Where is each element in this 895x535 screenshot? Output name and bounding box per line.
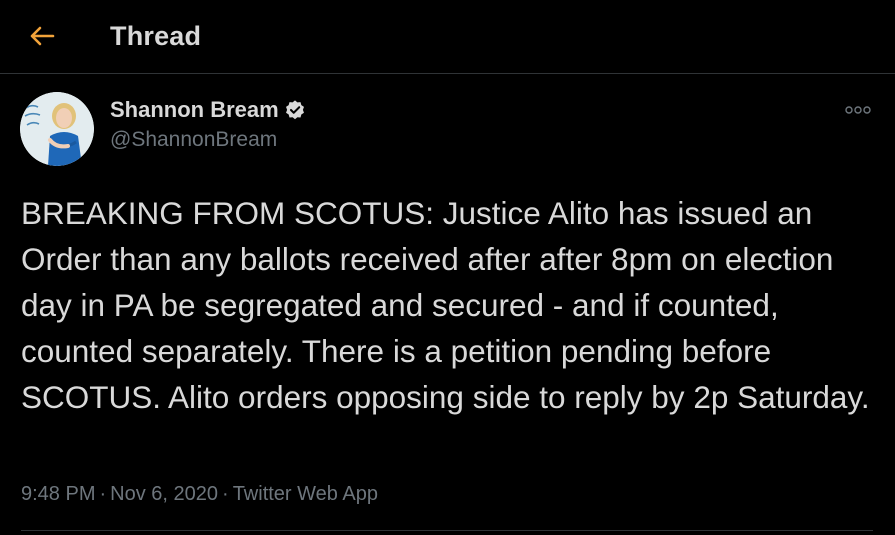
avatar[interactable] [20, 92, 94, 166]
tweet-text: BREAKING FROM SCOTUS: Justice Alito has … [21, 195, 870, 415]
tweet-date[interactable]: Nov 6, 2020 [110, 483, 218, 505]
tweet-author: Shannon Bream @ShannonBream [110, 96, 306, 154]
meta-separator: · [99, 483, 107, 505]
more-options-icon [845, 106, 871, 114]
verified-badge-icon [285, 100, 304, 120]
tweet-metadata: 9:48 PM · Nov 6, 2020 · Twitter Web App [21, 480, 378, 508]
author-name-row: Shannon Bream [110, 96, 306, 124]
meta-separator: · [222, 483, 229, 505]
author-display-name[interactable]: Shannon Bream [110, 96, 279, 124]
divider [21, 530, 873, 531]
page-title: Thread [110, 21, 202, 51]
author-handle[interactable]: @ShannonBream [110, 126, 306, 154]
thread-header: Thread [0, 0, 895, 74]
tweet-source[interactable]: Twitter Web App [233, 483, 378, 505]
tweet-time[interactable]: 9:48 PM [21, 483, 95, 505]
arrow-left-icon [30, 26, 55, 46]
back-button[interactable] [22, 18, 62, 54]
more-options-button[interactable] [840, 98, 876, 122]
avatar-image [20, 92, 94, 166]
